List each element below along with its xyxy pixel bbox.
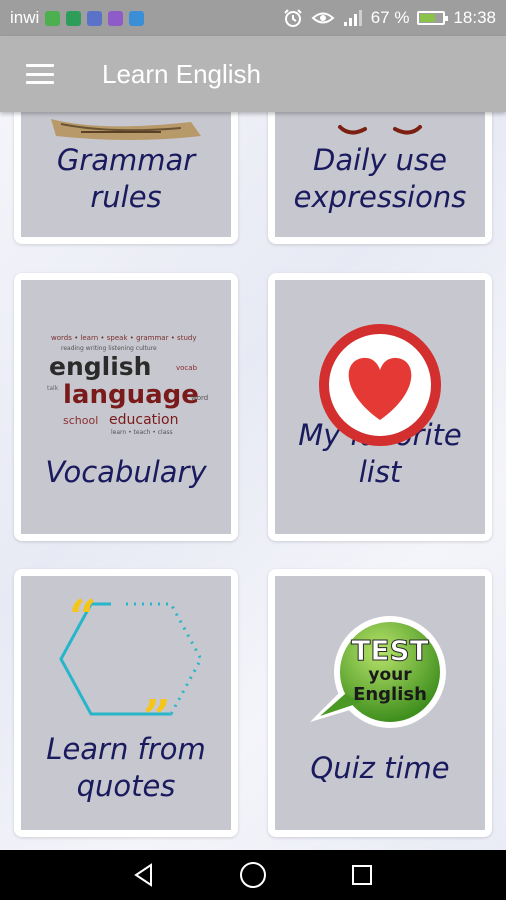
notification-music-icon bbox=[108, 10, 124, 26]
battery-percent: 67 % bbox=[370, 8, 410, 27]
battery-icon bbox=[417, 11, 449, 25]
svg-text:vocab: vocab bbox=[176, 364, 198, 372]
card-inner: TEST your English Quiz time bbox=[275, 576, 485, 830]
card-daily-use-expressions[interactable]: Daily use expressions bbox=[268, 112, 492, 244]
card-label: Daily use expressions bbox=[293, 142, 467, 215]
recents-button[interactable] bbox=[342, 855, 382, 895]
svg-text:your: your bbox=[368, 665, 412, 685]
category-grid: Grammar rules Daily use expressions word… bbox=[0, 112, 506, 850]
svg-text:”: ” bbox=[143, 690, 171, 724]
back-button[interactable] bbox=[124, 855, 164, 895]
card-inner: My favorite list bbox=[275, 280, 485, 534]
menu-button[interactable] bbox=[0, 36, 80, 112]
back-triangle-icon[interactable] bbox=[131, 862, 157, 888]
notification-chat-icon bbox=[87, 10, 103, 26]
svg-text:english: english bbox=[49, 352, 151, 381]
card-inner: words • learn • speak • grammar • study … bbox=[21, 280, 231, 534]
app-bar: Learn English bbox=[0, 36, 506, 112]
recents-square-icon[interactable] bbox=[349, 862, 375, 888]
svg-text:language: language bbox=[63, 380, 199, 410]
svg-text:reading writing listening cult: reading writing listening culture bbox=[61, 345, 157, 352]
card-grammar-rules[interactable]: Grammar rules bbox=[14, 112, 238, 244]
card-quiz-time[interactable]: TEST your English Quiz time bbox=[268, 569, 492, 837]
book-icon bbox=[21, 114, 231, 154]
notification-sync-icon bbox=[129, 10, 145, 26]
eye-comfort-icon bbox=[311, 12, 335, 24]
word-cloud-icon: words • learn • speak • grammar • study … bbox=[21, 320, 231, 440]
notification-app-icon bbox=[45, 10, 61, 26]
card-label: Quiz time bbox=[310, 751, 450, 786]
system-nav-bar bbox=[0, 850, 506, 900]
alarm-icon bbox=[283, 9, 302, 27]
quotes-icon: “ ” bbox=[21, 594, 231, 724]
card-inner: Grammar rules bbox=[21, 112, 231, 237]
svg-text:words • learn • speak • gramma: words • learn • speak • grammar • study bbox=[51, 334, 196, 342]
status-right: 67 % 18:38 bbox=[283, 8, 496, 28]
clock: 18:38 bbox=[453, 8, 496, 27]
card-learn-from-quotes[interactable]: “ ” Learn from quotes bbox=[14, 569, 238, 837]
card-inner: “ ” Learn from quotes bbox=[21, 576, 231, 830]
home-button[interactable] bbox=[233, 855, 273, 895]
svg-text:word: word bbox=[191, 394, 208, 402]
card-label: Learn from quotes bbox=[46, 731, 206, 804]
card-label: Grammar rules bbox=[56, 142, 196, 215]
status-left: inwi bbox=[10, 8, 145, 28]
notification-play-icon bbox=[66, 10, 82, 26]
status-bar: inwi 67 % 18:38 bbox=[0, 0, 506, 36]
card-my-favorite-list[interactable]: My favorite list bbox=[268, 273, 492, 541]
mustache-icon bbox=[275, 117, 485, 137]
svg-text:“: “ bbox=[69, 594, 97, 646]
carrier-name: inwi bbox=[10, 8, 40, 27]
svg-text:TEST: TEST bbox=[351, 634, 429, 667]
card-vocabulary[interactable]: words • learn • speak • grammar • study … bbox=[14, 273, 238, 541]
app-title: Learn English bbox=[102, 58, 261, 89]
test-badge-icon: TEST your English bbox=[275, 612, 485, 742]
card-label: Vocabulary bbox=[45, 455, 207, 490]
svg-text:talk: talk bbox=[47, 385, 59, 392]
svg-text:education: education bbox=[109, 412, 178, 428]
svg-text:school: school bbox=[63, 414, 98, 427]
svg-text:English: English bbox=[353, 684, 427, 705]
home-circle-icon[interactable] bbox=[238, 860, 268, 890]
svg-text:learn • teach • class: learn • teach • class bbox=[111, 429, 173, 436]
card-inner: Daily use expressions bbox=[275, 112, 485, 237]
signal-icon bbox=[343, 10, 362, 26]
heart-icon bbox=[275, 320, 485, 450]
hamburger-menu-icon[interactable] bbox=[26, 64, 54, 84]
